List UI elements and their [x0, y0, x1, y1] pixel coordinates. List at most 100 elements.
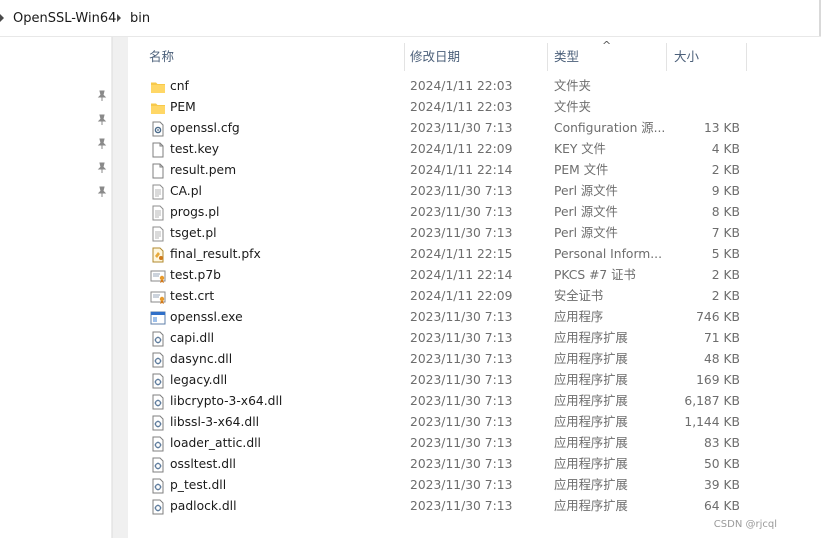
file-modified-date: 2024/1/11 22:14	[410, 268, 513, 282]
file-row[interactable]: padlock.dll 2023/11/30 7:13 应用程序扩展 64 KB	[128, 496, 821, 517]
file-size: 50 KB	[703, 457, 740, 471]
file-type: 应用程序扩展	[554, 394, 628, 408]
file-row[interactable]: loader_attic.dll 2023/11/30 7:13 应用程序扩展 83 …	[128, 433, 821, 454]
file-name: openssl.exe	[170, 310, 243, 324]
file-type: 应用程序扩展	[554, 415, 628, 429]
file-type: 应用程序扩展	[554, 478, 628, 492]
file-row[interactable]: ossltest.dll 2023/11/30 7:13 应用程序扩展 50 KB	[128, 454, 821, 475]
file-row[interactable]: progs.pl 2023/11/30 7:13 Perl 源文件 8 KB	[128, 202, 821, 223]
file-row[interactable]: cnf 2024/1/11 22:03 文件夹	[128, 76, 821, 97]
file-size: 1,144 KB	[684, 415, 740, 429]
column-header-size[interactable]: 大小	[674, 37, 699, 71]
file-row[interactable]: CA.pl 2023/11/30 7:13 Perl 源文件 9 KB	[128, 181, 821, 202]
column-header-type[interactable]: 类型	[554, 37, 579, 71]
file-name: test.p7b	[170, 268, 221, 282]
file-size: 5 KB	[711, 247, 740, 261]
file-name: ossltest.dll	[170, 457, 236, 471]
column-header-name[interactable]: 名称	[149, 37, 174, 71]
blank-file-icon	[150, 163, 166, 179]
file-size: 83 KB	[703, 436, 740, 450]
file-row[interactable]: capi.dll 2023/11/30 7:13 应用程序扩展 71 KB	[128, 328, 821, 349]
file-row[interactable]: openssl.exe 2023/11/30 7:13 应用程序 746 KB	[128, 307, 821, 328]
blank-file-icon	[150, 142, 166, 158]
file-type: 应用程序扩展	[554, 352, 628, 366]
file-size: 8 KB	[711, 205, 740, 219]
file-size: 13 KB	[703, 121, 740, 135]
file-modified-date: 2024/1/11 22:03	[410, 79, 513, 93]
file-type: PEM 文件	[554, 163, 609, 177]
file-modified-date: 2023/11/30 7:13	[410, 478, 513, 492]
file-row[interactable]: test.p7b 2024/1/11 22:14 PKCS #7 证书 2 KB	[128, 265, 821, 286]
file-list[interactable]: 名称 修改日期 类型 ^ 大小 cnf 2024/1/11 22:03 文件夹 PEM…	[128, 37, 821, 538]
certificate-icon	[150, 289, 166, 305]
column-separator[interactable]	[547, 43, 548, 71]
file-modified-date: 2024/1/11 22:09	[410, 289, 513, 303]
file-modified-date: 2023/11/30 7:13	[410, 373, 513, 387]
file-size: 2 KB	[711, 163, 740, 177]
file-row[interactable]: tsget.pl 2023/11/30 7:13 Perl 源文件 7 KB	[128, 223, 821, 244]
breadcrumb-chevron-icon[interactable]	[0, 14, 4, 22]
file-size: 48 KB	[703, 352, 740, 366]
pin-icon[interactable]	[96, 162, 108, 174]
file-type: 应用程序扩展	[554, 499, 628, 513]
config-file-icon	[150, 121, 166, 137]
breadcrumb-item-openssl-win64[interactable]: OpenSSL-Win64	[13, 11, 116, 26]
dll-file-icon	[150, 331, 166, 347]
file-modified-date: 2023/11/30 7:13	[410, 331, 513, 345]
dll-file-icon	[150, 373, 166, 389]
file-row[interactable]: openssl.cfg 2023/11/30 7:13 Configuration …	[128, 118, 821, 139]
column-separator[interactable]	[666, 43, 667, 71]
file-row[interactable]: result.pem 2024/1/11 22:14 PEM 文件 2 KB	[128, 160, 821, 181]
file-row[interactable]: final_result.pfx 2024/1/11 22:15 Personal …	[128, 244, 821, 265]
file-name: cnf	[170, 79, 189, 93]
file-name: test.crt	[170, 289, 215, 303]
file-row[interactable]: libssl-3-x64.dll 2023/11/30 7:13 应用程序扩展 1,1…	[128, 412, 821, 433]
file-modified-date: 2023/11/30 7:13	[410, 457, 513, 471]
navigation-scrollbar[interactable]	[112, 37, 128, 538]
file-size: 7 KB	[711, 226, 740, 240]
file-type: 安全证书	[554, 289, 604, 303]
file-modified-date: 2024/1/11 22:14	[410, 163, 513, 177]
column-separator[interactable]	[746, 43, 747, 71]
dll-file-icon	[150, 499, 166, 515]
address-bar[interactable]: OpenSSL-Win64 bin	[0, 0, 821, 37]
file-size: 4 KB	[711, 142, 740, 156]
file-type: 应用程序扩展	[554, 457, 628, 471]
breadcrumb-chevron-icon[interactable]	[117, 14, 121, 22]
file-type: 应用程序扩展	[554, 373, 628, 387]
breadcrumb-item-bin[interactable]: bin	[130, 11, 150, 26]
file-modified-date: 2023/11/30 7:13	[410, 205, 513, 219]
file-row[interactable]: p_test.dll 2023/11/30 7:13 应用程序扩展 39 KB	[128, 475, 821, 496]
folder-icon	[150, 100, 166, 116]
file-size: 71 KB	[703, 331, 740, 345]
file-row[interactable]: test.crt 2024/1/11 22:09 安全证书 2 KB	[128, 286, 821, 307]
column-separator[interactable]	[404, 43, 405, 71]
file-size: 39 KB	[703, 478, 740, 492]
dll-file-icon	[150, 436, 166, 452]
file-name: libcrypto-3-x64.dll	[170, 394, 283, 408]
file-name: padlock.dll	[170, 499, 237, 513]
file-modified-date: 2023/11/30 7:13	[410, 226, 513, 240]
file-row[interactable]: test.key 2024/1/11 22:09 KEY 文件 4 KB	[128, 139, 821, 160]
pin-icon[interactable]	[96, 114, 108, 126]
pin-icon[interactable]	[96, 138, 108, 150]
file-row[interactable]: dasync.dll 2023/11/30 7:13 应用程序扩展 48 KB	[128, 349, 821, 370]
scrollbar-thumb[interactable]	[116, 39, 125, 535]
file-size	[668, 97, 740, 118]
file-type: Perl 源文件	[554, 226, 618, 240]
file-type: KEY 文件	[554, 142, 606, 156]
file-name: openssl.cfg	[170, 121, 240, 135]
pin-icon[interactable]	[96, 90, 108, 102]
file-row[interactable]: PEM 2024/1/11 22:03 文件夹	[128, 97, 821, 118]
navigation-pane[interactable]	[0, 37, 112, 538]
column-header-date[interactable]: 修改日期	[410, 37, 460, 71]
file-row[interactable]: legacy.dll 2023/11/30 7:13 应用程序扩展 169 KB	[128, 370, 821, 391]
folder-icon	[150, 79, 166, 95]
file-name: libssl-3-x64.dll	[170, 415, 260, 429]
file-size: 169 KB	[696, 373, 740, 387]
file-modified-date: 2023/11/30 7:13	[410, 352, 513, 366]
pin-icon[interactable]	[96, 186, 108, 198]
file-name: final_result.pfx	[170, 247, 261, 261]
file-row[interactable]: libcrypto-3-x64.dll 2023/11/30 7:13 应用程序扩展…	[128, 391, 821, 412]
file-size: 6,187 KB	[684, 394, 740, 408]
